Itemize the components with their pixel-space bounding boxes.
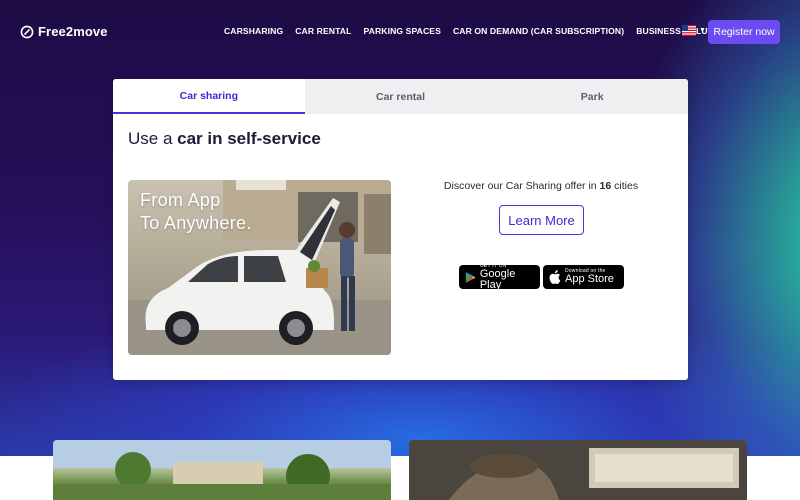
feature-card-image-1[interactable] — [53, 440, 391, 500]
nav-link-parking-spaces[interactable]: PARKING SPACES — [363, 26, 440, 36]
offer-suffix: cities — [611, 180, 639, 192]
nav-link-car-on-demand[interactable]: CAR ON DEMAND (CAR SUBSCRIPTION) — [453, 26, 624, 36]
learn-more-button[interactable]: Learn More — [499, 205, 584, 235]
service-card: Car sharing Car rental Park Use a car in… — [113, 79, 688, 380]
app-store-badge[interactable]: Download on the App Store — [543, 265, 624, 289]
feature-photo-2 — [409, 440, 747, 500]
nav-link-car-rental[interactable]: CAR RENTAL — [295, 26, 351, 36]
chevron-down-icon: ▼ — [699, 27, 706, 34]
language-selector[interactable]: ▼ — [682, 25, 706, 36]
register-button[interactable]: Register now — [708, 20, 780, 44]
brand-logo[interactable]: Free2move — [20, 24, 108, 39]
brand-name: Free2move — [38, 24, 108, 39]
promo-image: From App To Anywhere. — [128, 180, 391, 355]
nav-links: CARSHARING CAR RENTAL PARKING SPACES CAR… — [224, 26, 734, 36]
card-title-bold: car in self-service — [177, 129, 321, 148]
us-flag-icon — [682, 25, 696, 36]
offer-city-count: 16 — [599, 180, 612, 192]
tab-car-rental[interactable]: Car rental — [304, 79, 497, 114]
top-navbar: Free2move CARSHARING CAR RENTAL PARKING … — [0, 0, 800, 62]
google-play-icon — [465, 271, 476, 283]
promo-headline-line-2: To Anywhere. — [140, 213, 252, 233]
tab-car-sharing[interactable]: Car sharing — [113, 79, 305, 114]
card-title: Use a car in self-service — [128, 129, 321, 149]
card-title-prefix: Use a — [128, 129, 178, 148]
nav-link-carsharing[interactable]: CARSHARING — [224, 26, 283, 36]
promo-headline-line-1: From App — [140, 190, 221, 210]
app-store-big-text: App Store — [565, 273, 614, 285]
google-play-badge[interactable]: GET IT ON Google Play — [459, 263, 540, 291]
feature-photo-1 — [53, 440, 391, 500]
feature-card-image-2[interactable] — [409, 440, 747, 500]
google-play-big-text: Google Play — [479, 267, 516, 291]
apple-icon — [549, 270, 561, 284]
service-tabs: Car sharing Car rental Park — [113, 79, 688, 114]
tab-park[interactable]: Park — [496, 79, 688, 114]
offer-text: Discover our Car Sharing offer in 16 cit… — [410, 180, 672, 192]
offer-prefix: Discover our Car Sharing offer in — [443, 180, 600, 192]
logo-mark-icon — [20, 25, 34, 38]
